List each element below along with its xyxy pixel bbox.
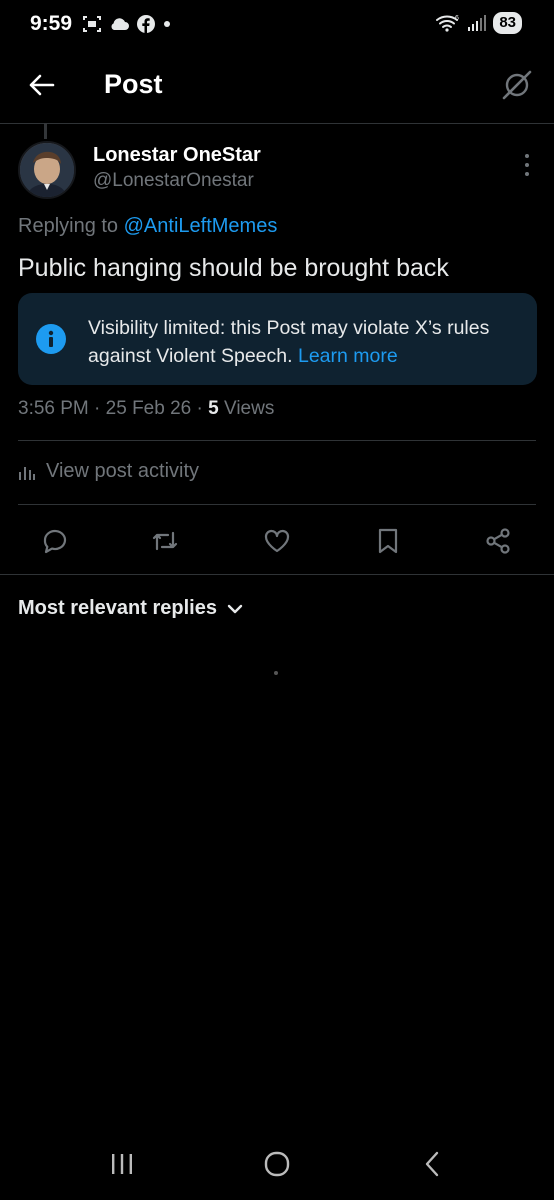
wifi-icon: 6: [436, 15, 459, 32]
visibility-limited-notice: Visibility limited: this Post may violat…: [18, 293, 537, 385]
replying-to-line: Replying to @AntiLeftMemes: [18, 215, 277, 238]
dot-icon: [164, 21, 170, 27]
replying-to-mention-link[interactable]: @AntiLeftMemes: [124, 215, 278, 237]
more-options-button[interactable]: [520, 152, 534, 178]
top-app-bar: Post: [0, 52, 554, 122]
home-button[interactable]: [257, 1144, 297, 1184]
views-label: Views: [223, 398, 275, 419]
avatar-portrait-image: [20, 143, 74, 197]
status-system-icons: 6 83: [435, 12, 522, 34]
more-dot-icon: [525, 171, 529, 176]
meta-separator: ·: [191, 398, 209, 419]
signal-icon: [468, 15, 487, 31]
cloud-icon: [111, 18, 129, 30]
status-notification-icons: [82, 14, 172, 34]
activity-divider: [18, 504, 536, 505]
repost-icon: [152, 531, 178, 551]
back-button[interactable]: [24, 68, 58, 102]
views-count: 5: [208, 398, 219, 419]
status-bar: 9:59 6 83: [0, 0, 554, 52]
view-post-activity-label: View post activity: [46, 460, 200, 482]
more-dot-icon: [525, 154, 529, 159]
meta-divider: [18, 440, 536, 441]
post-date: 25 Feb 26: [105, 398, 192, 419]
author-handle[interactable]: @LonestarOnestar: [93, 170, 254, 192]
post-actions-bar: [0, 520, 554, 562]
grok-icon: [502, 70, 532, 100]
recent-apps-icon: [112, 1154, 132, 1174]
replies-sort-dropdown[interactable]: Most relevant replies: [18, 597, 243, 620]
replying-prefix: Replying to: [18, 215, 124, 237]
share-icon: [486, 528, 510, 554]
system-navigation-bar: [0, 1130, 554, 1200]
reply-button[interactable]: [40, 526, 70, 556]
like-icon: [264, 529, 290, 553]
header-divider: [0, 123, 554, 124]
back-arrow-icon: [29, 74, 55, 96]
actions-divider: [0, 574, 554, 575]
notice-message: Visibility limited: this Post may violat…: [88, 317, 490, 367]
back-chevron-icon: [425, 1151, 439, 1177]
notice-text: Visibility limited: this Post may violat…: [88, 314, 518, 370]
status-time: 9:59: [30, 12, 73, 35]
battery-level: 83: [493, 12, 522, 34]
author-name[interactable]: Lonestar OneStar: [93, 144, 261, 167]
post-screen: 9:59 6 83 Post Lonestar OneStar @Lonesta…: [0, 0, 554, 1200]
screenshot-icon: [83, 16, 101, 32]
post-time: 3:56 PM: [18, 398, 89, 419]
page-title: Post: [104, 69, 163, 99]
grok-button[interactable]: [498, 66, 536, 104]
replies-sort-label: Most relevant replies: [18, 597, 217, 619]
chevron-down-icon: [227, 604, 243, 613]
system-back-button[interactable]: [412, 1144, 452, 1184]
info-icon: [36, 324, 66, 354]
post-text: Public hanging should be brought back: [18, 254, 449, 282]
thread-connector-line: [44, 123, 47, 139]
bookmark-icon: [378, 528, 398, 554]
more-dot-icon: [525, 162, 529, 167]
like-button[interactable]: [262, 526, 292, 556]
analytics-icon: [19, 466, 35, 480]
loading-indicator: [274, 671, 278, 675]
avatar[interactable]: [18, 141, 76, 199]
share-button[interactable]: [483, 526, 513, 556]
post-metadata: 3:56 PM · 25 Feb 26 · 5 Views: [18, 398, 274, 420]
facebook-icon: [137, 15, 155, 33]
meta-separator: ·: [88, 398, 106, 419]
svg-text:6: 6: [455, 15, 459, 22]
home-icon: [264, 1151, 290, 1177]
reply-icon: [43, 529, 67, 554]
view-post-activity-button[interactable]: View post activity: [18, 460, 199, 483]
recent-apps-button[interactable]: [102, 1144, 142, 1184]
bookmark-button[interactable]: [373, 526, 403, 556]
learn-more-link[interactable]: Learn more: [298, 345, 398, 367]
repost-button[interactable]: [150, 526, 180, 556]
